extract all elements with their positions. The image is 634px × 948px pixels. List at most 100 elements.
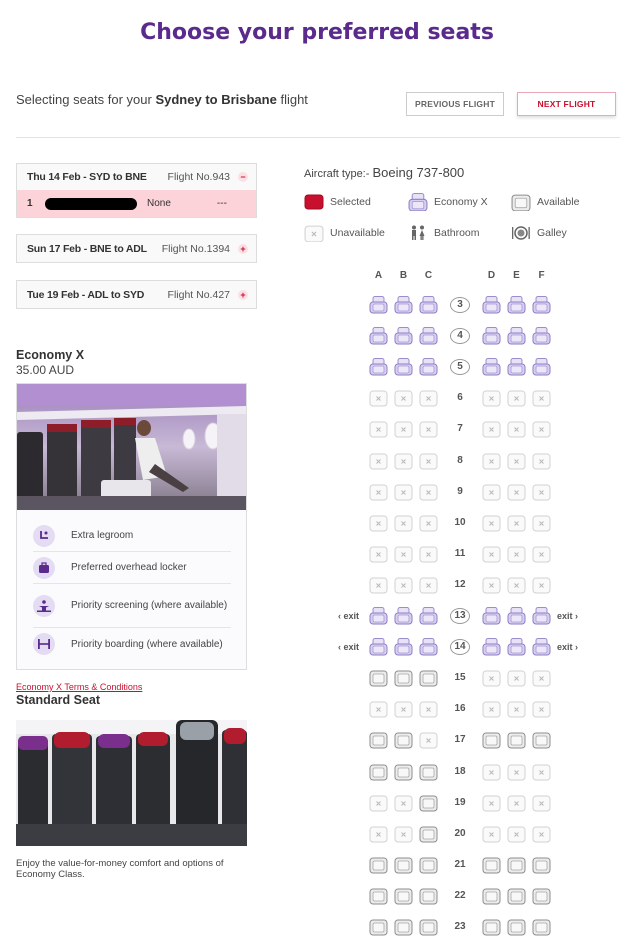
seat-17B-available[interactable] bbox=[394, 731, 413, 749]
seat-19C-available[interactable] bbox=[419, 794, 438, 812]
seat-17D-available[interactable] bbox=[482, 731, 501, 749]
seat-4F-economy-x[interactable] bbox=[532, 327, 551, 345]
seat-22E-available[interactable] bbox=[507, 887, 526, 905]
seat-13C-economy-x[interactable] bbox=[419, 607, 438, 625]
seat-15B-available[interactable] bbox=[394, 669, 413, 687]
expand-toggle[interactable]: + bbox=[238, 289, 248, 300]
seat-5D-economy-x[interactable] bbox=[482, 358, 501, 376]
seat-15C-available[interactable] bbox=[419, 669, 438, 687]
seat-17C-unavailable bbox=[419, 731, 438, 749]
seat-4B-economy-x[interactable] bbox=[394, 327, 413, 345]
seat-5C-economy-x[interactable] bbox=[419, 358, 438, 376]
seat-22D-available[interactable] bbox=[482, 887, 501, 905]
seat-5F-economy-x[interactable] bbox=[532, 358, 551, 376]
standard-seat-description: Enjoy the value-for-money comfort and op… bbox=[16, 858, 224, 880]
flight-card-2[interactable]: Sun 17 Feb - BNE to ADL Flight No.1394 + bbox=[16, 234, 257, 263]
row-number: 5 bbox=[450, 359, 470, 375]
seat-18A-available[interactable] bbox=[369, 763, 388, 781]
passenger-row[interactable]: 1 None --- bbox=[17, 190, 256, 217]
seat-selection-subtitle: Selecting seats for your Sydney to Brisb… bbox=[16, 92, 308, 107]
exit-right-label: exit › bbox=[557, 642, 579, 652]
seat-14F-economy-x[interactable] bbox=[532, 638, 551, 656]
seat-3C-economy-x[interactable] bbox=[419, 296, 438, 314]
seat-22F-available[interactable] bbox=[532, 887, 551, 905]
seat-6F-unavailable bbox=[532, 389, 551, 407]
seat-13D-economy-x[interactable] bbox=[482, 607, 501, 625]
seat-4E-economy-x[interactable] bbox=[507, 327, 526, 345]
seat-21D-available[interactable] bbox=[482, 856, 501, 874]
seat-3A-economy-x[interactable] bbox=[369, 296, 388, 314]
flight-card-3[interactable]: Tue 19 Feb - ADL to SYD Flight No.427 + bbox=[16, 280, 257, 309]
seat-4A-economy-x[interactable] bbox=[369, 327, 388, 345]
page-title: Choose your preferred seats bbox=[140, 20, 494, 45]
seat-3F-economy-x[interactable] bbox=[532, 296, 551, 314]
row-number: 6 bbox=[457, 392, 463, 403]
seat-23B-available[interactable] bbox=[394, 918, 413, 936]
seat-5B-economy-x[interactable] bbox=[394, 358, 413, 376]
seat-6A-unavailable bbox=[369, 389, 388, 407]
collapse-toggle[interactable]: − bbox=[238, 172, 248, 182]
seat-5A-economy-x[interactable] bbox=[369, 358, 388, 376]
seat-23A-available[interactable] bbox=[369, 918, 388, 936]
seat-13A-economy-x[interactable] bbox=[369, 607, 388, 625]
seat-17E-available[interactable] bbox=[507, 731, 526, 749]
previous-flight-button[interactable]: PREVIOUS FLIGHT bbox=[406, 92, 504, 116]
seat-14A-economy-x[interactable] bbox=[369, 638, 388, 656]
seat-21B-available[interactable] bbox=[394, 856, 413, 874]
seat-20C-available[interactable] bbox=[419, 825, 438, 843]
seat-17A-available[interactable] bbox=[369, 731, 388, 749]
seat-3E-economy-x[interactable] bbox=[507, 296, 526, 314]
seat-17F-available[interactable] bbox=[532, 731, 551, 749]
seat-13F-economy-x[interactable] bbox=[532, 607, 551, 625]
seat-23F-available[interactable] bbox=[532, 918, 551, 936]
luggage-icon bbox=[33, 556, 55, 579]
seat-22C-available[interactable] bbox=[419, 887, 438, 905]
row-number: 9 bbox=[457, 486, 463, 497]
seat-21F-available[interactable] bbox=[532, 856, 551, 874]
seat-22B-available[interactable] bbox=[394, 887, 413, 905]
seat-9B-unavailable bbox=[394, 483, 413, 501]
row-number: 21 bbox=[454, 859, 466, 870]
flight-header[interactable]: Tue 19 Feb - ADL to SYD Flight No.427 + bbox=[17, 281, 256, 308]
flight-header[interactable]: Sun 17 Feb - BNE to ADL Flight No.1394 + bbox=[17, 235, 256, 262]
galley-icon bbox=[511, 224, 531, 242]
economy-x-cabin-photo bbox=[17, 384, 246, 510]
seat-9E-unavailable bbox=[507, 483, 526, 501]
seat-14C-economy-x[interactable] bbox=[419, 638, 438, 656]
seat-23E-available[interactable] bbox=[507, 918, 526, 936]
seat-14E-economy-x[interactable] bbox=[507, 638, 526, 656]
seat-4C-economy-x[interactable] bbox=[419, 327, 438, 345]
passenger-name-redacted bbox=[45, 197, 137, 210]
seat-22A-available[interactable] bbox=[369, 887, 388, 905]
seat-13E-economy-x[interactable] bbox=[507, 607, 526, 625]
seat-21C-available[interactable] bbox=[419, 856, 438, 874]
exit-right-label: exit › bbox=[557, 611, 579, 621]
legend-economy-x: Economy X bbox=[408, 192, 488, 211]
seat-23C-available[interactable] bbox=[419, 918, 438, 936]
seat-14B-economy-x[interactable] bbox=[394, 638, 413, 656]
seat-3D-economy-x[interactable] bbox=[482, 296, 501, 314]
seat-3B-economy-x[interactable] bbox=[394, 296, 413, 314]
seat-18C-available[interactable] bbox=[419, 763, 438, 781]
seat-8E-unavailable bbox=[507, 452, 526, 470]
seat-4D-economy-x[interactable] bbox=[482, 327, 501, 345]
seat-18B-available[interactable] bbox=[394, 763, 413, 781]
seat-14D-economy-x[interactable] bbox=[482, 638, 501, 656]
seat-5E-economy-x[interactable] bbox=[507, 358, 526, 376]
flight-card-1[interactable]: Thu 14 Feb - SYD to BNE Flight No.943 − … bbox=[16, 163, 257, 218]
seat-21A-available[interactable] bbox=[369, 856, 388, 874]
row-number: 12 bbox=[454, 579, 466, 590]
economy-x-panel: Extra legroom Preferred overhead locker … bbox=[16, 383, 247, 670]
seat-21E-available[interactable] bbox=[507, 856, 526, 874]
economy-x-terms-link[interactable]: Economy X Terms & Conditions bbox=[16, 682, 142, 692]
seat-15A-available[interactable] bbox=[369, 669, 388, 687]
standard-seat-photo bbox=[16, 720, 247, 846]
seat-23D-available[interactable] bbox=[482, 918, 501, 936]
flight-header[interactable]: Thu 14 Feb - SYD to BNE Flight No.943 − bbox=[17, 164, 256, 190]
next-flight-button[interactable]: NEXT FLIGHT bbox=[517, 92, 616, 116]
seat-8D-unavailable bbox=[482, 452, 501, 470]
expand-toggle[interactable]: + bbox=[238, 243, 248, 254]
row-number: 11 bbox=[454, 548, 466, 559]
seat-7D-unavailable bbox=[482, 420, 501, 438]
seat-13B-economy-x[interactable] bbox=[394, 607, 413, 625]
